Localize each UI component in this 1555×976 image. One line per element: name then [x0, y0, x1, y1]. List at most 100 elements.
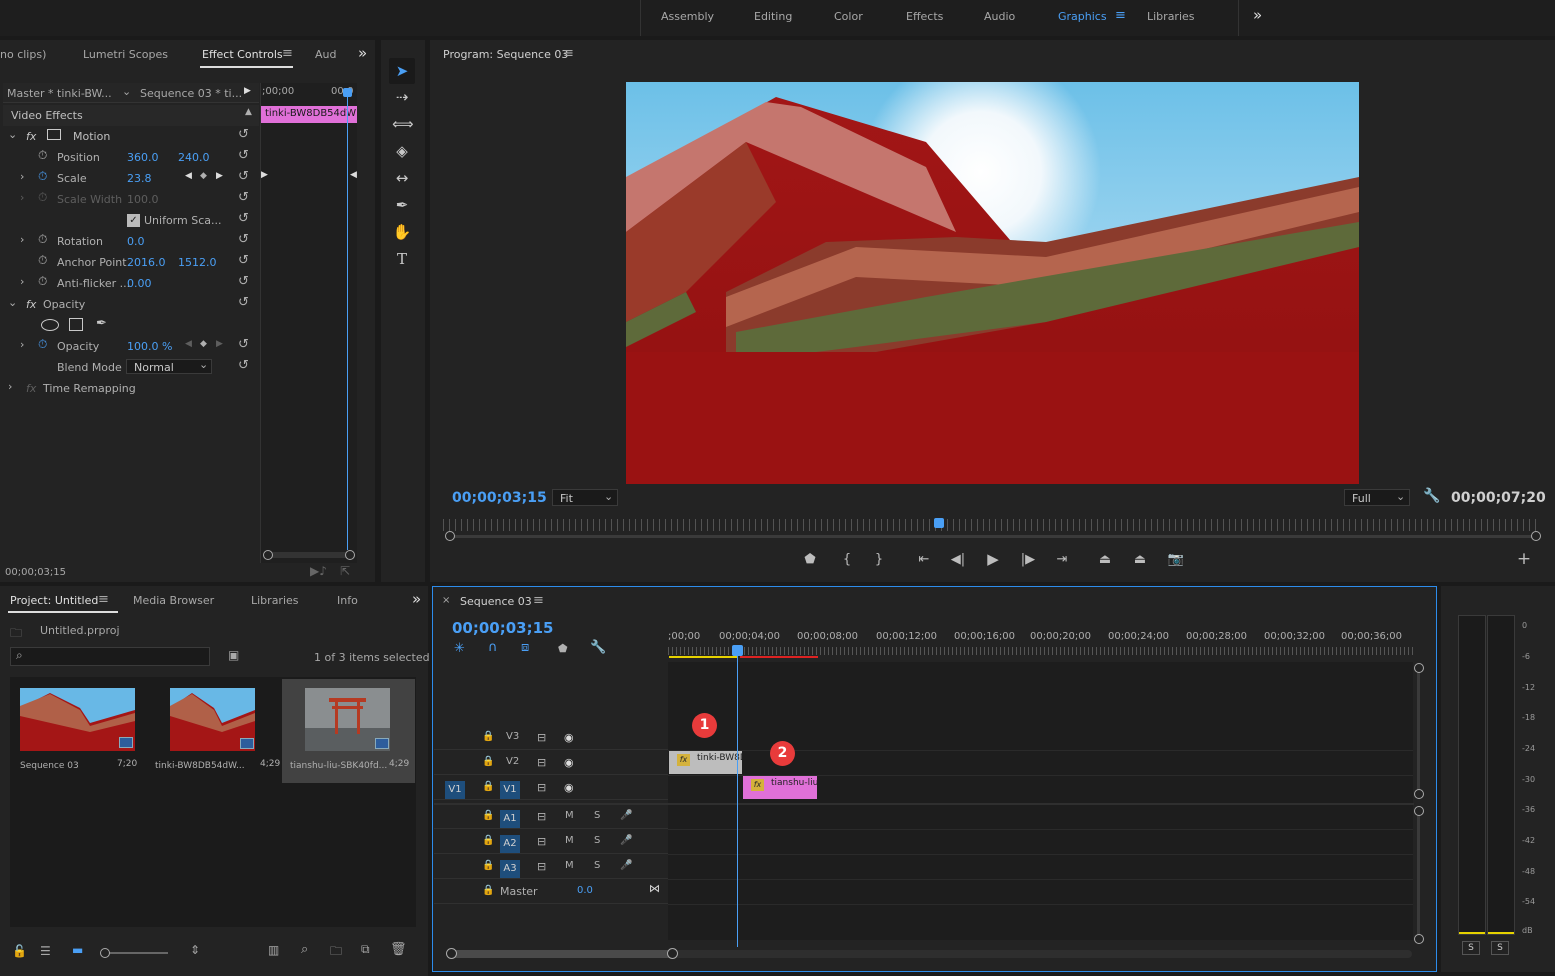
track-name-v2[interactable]: V2 [506, 756, 519, 767]
prev-keyframe-icon[interactable]: ◀ [185, 339, 192, 349]
program-scroll-handle-right[interactable] [1531, 531, 1541, 541]
scroll-handle[interactable] [1414, 806, 1424, 816]
filter-audio-icon[interactable]: ▶♪ [310, 564, 327, 578]
program-timecode[interactable]: 00;00;03;15 [452, 490, 547, 506]
zoom-slider-handle[interactable] [100, 948, 110, 958]
mute-button[interactable]: M [565, 810, 574, 821]
rectangle-mask-icon[interactable] [69, 318, 83, 331]
clip-v1[interactable]: fx tianshu-liu-S [743, 776, 817, 799]
mic-icon[interactable]: 🎤 [620, 835, 632, 846]
position-y-value[interactable]: 240.0 [178, 151, 210, 164]
solo-button[interactable]: S [594, 860, 600, 871]
program-video-frame[interactable] [626, 82, 1359, 484]
clip-dropdown-icon[interactable]: ⌄ [122, 85, 131, 98]
reset-icon[interactable]: ↺ [238, 274, 249, 289]
anchor-y-value[interactable]: 1512.0 [178, 256, 217, 269]
eye-icon[interactable]: ◉ [564, 756, 574, 769]
hand-tool-icon[interactable]: ✋ [392, 222, 412, 242]
source-patch-v1[interactable]: V1 [445, 781, 465, 799]
anchor-x-value[interactable]: 2016.0 [127, 256, 166, 269]
project-item-clip[interactable]: tinki-BW8DB54dW... 4;29 [147, 679, 280, 785]
tab-source[interactable]: no clips) [0, 48, 46, 61]
list-view-icon[interactable]: ☰ [40, 944, 51, 958]
add-marker-icon[interactable]: ⬟ [800, 552, 820, 567]
next-keyframe-icon[interactable]: ▶ [216, 171, 223, 181]
ec-zoom-handle-left[interactable] [263, 550, 273, 560]
eye-icon[interactable]: ◉ [564, 731, 574, 744]
lock-icon[interactable]: 🔓 [12, 944, 27, 958]
fx-icon[interactable]: fx [26, 130, 36, 143]
reset-icon[interactable]: ↺ [238, 253, 249, 268]
expand-chevron-icon[interactable]: ⌄ [8, 296, 17, 309]
uniform-scale-checkbox[interactable]: ✓ [127, 214, 140, 227]
expand-chevron-icon[interactable]: › [20, 275, 24, 288]
add-keyframe-icon[interactable]: ◆ [200, 339, 207, 349]
meter-solo-left-button[interactable]: S [1462, 941, 1480, 955]
ec-playhead-icon[interactable] [343, 88, 352, 97]
settings-wrench-icon[interactable]: 🔧 [1423, 488, 1440, 504]
program-title[interactable]: Program: Sequence 03 [443, 48, 568, 61]
tab-project[interactable]: Project: Untitled [10, 594, 98, 607]
ellipse-mask-icon[interactable] [41, 319, 59, 331]
ec-zoom-scrollbar[interactable] [265, 552, 353, 558]
more-tabs-icon[interactable]: » [358, 44, 367, 62]
sequence-clip-label[interactable]: Sequence 03 * ti... [140, 87, 242, 100]
find-icon[interactable]: ⌕ [301, 942, 308, 957]
scroll-handle[interactable] [446, 948, 457, 959]
rotation-value[interactable]: 0.0 [127, 235, 145, 248]
stopwatch-icon[interactable]: ⏱ [38, 337, 47, 352]
reset-icon[interactable]: ↺ [238, 190, 249, 205]
lock-icon[interactable]: 🔒 [482, 860, 494, 871]
nest-icon[interactable]: ✳ [454, 641, 465, 656]
stopwatch-icon[interactable]: ⏱ [38, 274, 47, 289]
meter-solo-right-button[interactable]: S [1491, 941, 1509, 955]
expand-chevron-icon[interactable]: ⌄ [8, 128, 17, 141]
reset-icon[interactable]: ↺ [238, 127, 249, 142]
workspace-assembly[interactable]: Assembly [661, 10, 714, 23]
video-scrollbar[interactable] [1417, 668, 1420, 794]
track-select-tool-icon[interactable]: ⇢ [392, 87, 412, 107]
master-clip-label[interactable]: Master * tinki-BW... [7, 87, 112, 100]
ec-clip-bar[interactable]: tinki-BW8DB54dW [261, 106, 357, 123]
tab-menu-icon[interactable]: ≡ [282, 46, 293, 61]
project-search-input[interactable] [10, 647, 210, 666]
sync-lock-icon[interactable]: ⊟ [537, 781, 546, 794]
audio-scrollbar[interactable] [1417, 811, 1420, 939]
track-target-v1[interactable]: V1 [500, 781, 520, 799]
go-to-end-icon[interactable]: ⋈ [649, 882, 660, 895]
icon-view-icon[interactable]: ▬ [72, 943, 83, 957]
prev-keyframe-icon[interactable]: ◀ [185, 171, 192, 181]
close-icon[interactable]: × [442, 595, 450, 606]
scale-value[interactable]: 23.8 [127, 172, 152, 185]
expand-chevron-icon[interactable]: › [8, 380, 12, 393]
sync-lock-icon[interactable]: ⊟ [537, 756, 546, 769]
timeline-ruler-ticks[interactable] [668, 647, 1413, 655]
mute-button[interactable]: M [565, 835, 574, 846]
reset-icon[interactable]: ↺ [238, 232, 249, 247]
timeline-playhead-icon[interactable] [732, 645, 743, 656]
reset-icon[interactable]: ↺ [238, 169, 249, 184]
transform-box-icon[interactable] [47, 129, 61, 140]
collapse-up-icon[interactable]: ▲ [245, 107, 252, 117]
lock-icon[interactable]: 🔒 [482, 756, 494, 767]
solo-button[interactable]: S [594, 835, 600, 846]
tab-menu-icon[interactable]: ≡ [533, 593, 544, 608]
add-keyframe-icon[interactable]: ◆ [200, 171, 207, 181]
stopwatch-icon[interactable]: ⏱ [38, 148, 47, 163]
solo-button[interactable]: S [594, 810, 600, 821]
pen-tool-icon[interactable]: ✒ [392, 195, 412, 215]
linked-selection-icon[interactable]: ⧈ [521, 640, 529, 655]
fx-icon[interactable]: fx [26, 298, 36, 311]
track-target-a3[interactable]: A3 [500, 860, 520, 878]
scroll-handle[interactable] [1414, 789, 1424, 799]
tab-info[interactable]: Info [337, 594, 358, 607]
expand-chevron-icon[interactable]: › [20, 233, 24, 246]
mark-in-icon[interactable]: { [837, 552, 857, 567]
lock-icon[interactable]: 🔒 [482, 835, 494, 846]
new-bin-from-search-icon[interactable]: ▣ [228, 648, 239, 662]
slip-tool-icon[interactable]: ↔ [392, 168, 412, 188]
razor-tool-icon[interactable]: ◈ [392, 141, 412, 161]
tab-menu-icon[interactable]: ≡ [98, 592, 109, 607]
next-keyframe-icon[interactable]: ▶ [216, 339, 223, 349]
stopwatch-icon[interactable]: ⏱ [38, 169, 47, 184]
